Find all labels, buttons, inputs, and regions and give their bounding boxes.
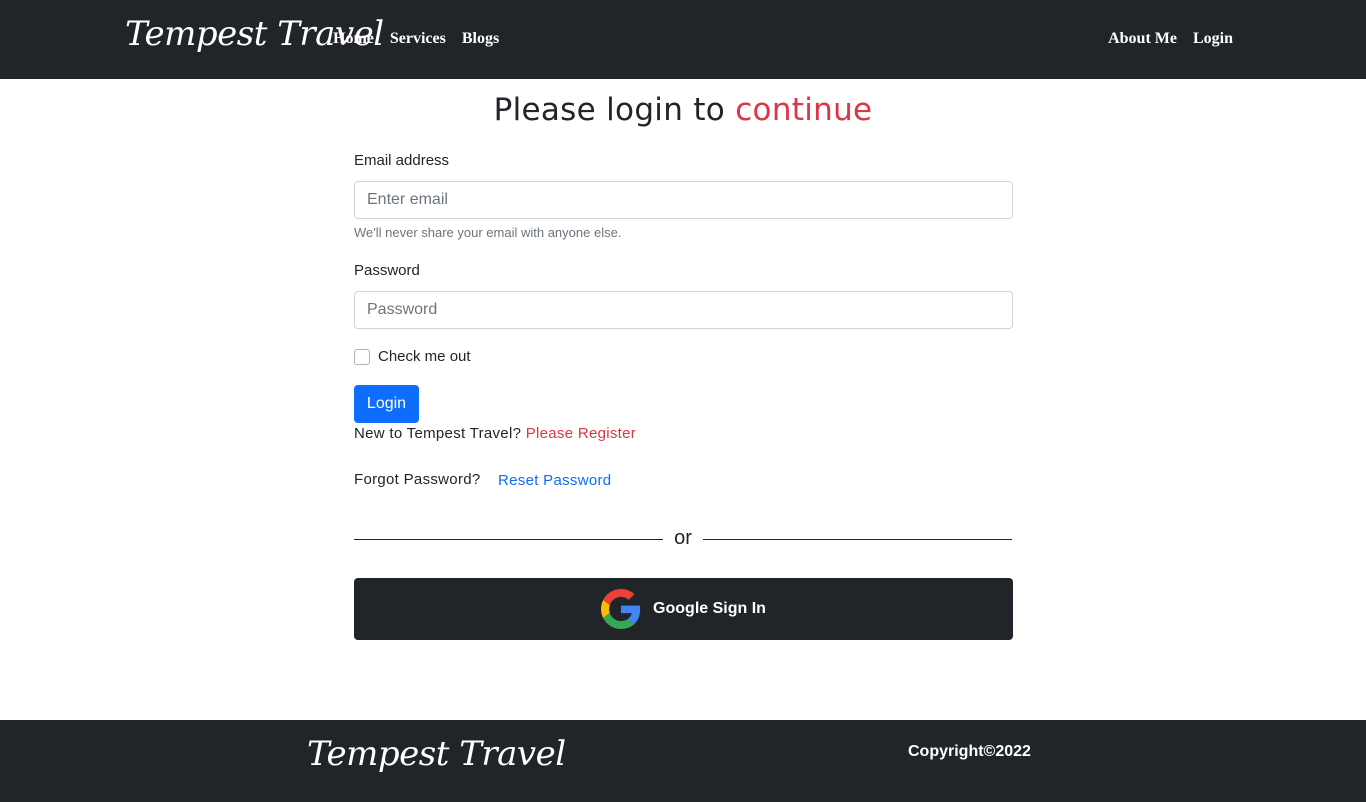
footer: Tempest Travel Copyright©2022	[0, 720, 1366, 802]
email-label: Email address	[354, 152, 450, 169]
login-button[interactable]: Login	[354, 385, 419, 423]
footer-brand-logo: Tempest Travel	[307, 734, 566, 774]
reset-password-link[interactable]: Reset Password	[498, 472, 611, 489]
register-prompt: New to Tempest Travel?	[354, 425, 522, 442]
email-field[interactable]	[354, 181, 1013, 219]
page-title: Please login to continue	[0, 92, 1366, 128]
google-icon	[601, 589, 641, 629]
google-sign-in-label: Google Sign In	[653, 600, 766, 617]
divider-line-left	[354, 539, 663, 540]
forgot-prompt: Forgot Password?	[354, 471, 481, 488]
nav-right: About Me Login	[1108, 30, 1233, 48]
divider-line-right	[703, 539, 1012, 540]
copyright-text: Copyright©2022	[908, 743, 1031, 760]
check-me-out-checkbox[interactable]	[354, 348, 370, 365]
nav-link-about-me[interactable]: About Me	[1108, 30, 1177, 48]
password-field[interactable]	[354, 291, 1013, 329]
title-prefix: Please login to	[493, 92, 726, 128]
navbar: Tempest Travel Home Services Blogs About…	[0, 0, 1366, 79]
nav-link-services[interactable]: Services	[390, 30, 446, 48]
check-me-out-row: Check me out	[354, 348, 471, 365]
register-line: New to Tempest Travel? Please Register	[354, 425, 636, 442]
check-me-out-label[interactable]: Check me out	[378, 348, 471, 365]
google-sign-in-button[interactable]: Google Sign In	[354, 578, 1013, 640]
title-accent: continue	[735, 92, 873, 128]
divider-or: or	[674, 527, 692, 549]
nav-left: Home Services Blogs	[333, 30, 499, 48]
nav-link-login[interactable]: Login	[1193, 30, 1233, 48]
nav-link-blogs[interactable]: Blogs	[462, 30, 499, 48]
email-help-text: We'll never share your email with anyone…	[354, 225, 622, 240]
register-link[interactable]: Please Register	[526, 425, 636, 442]
password-label: Password	[354, 262, 420, 279]
nav-link-home[interactable]: Home	[333, 30, 374, 48]
